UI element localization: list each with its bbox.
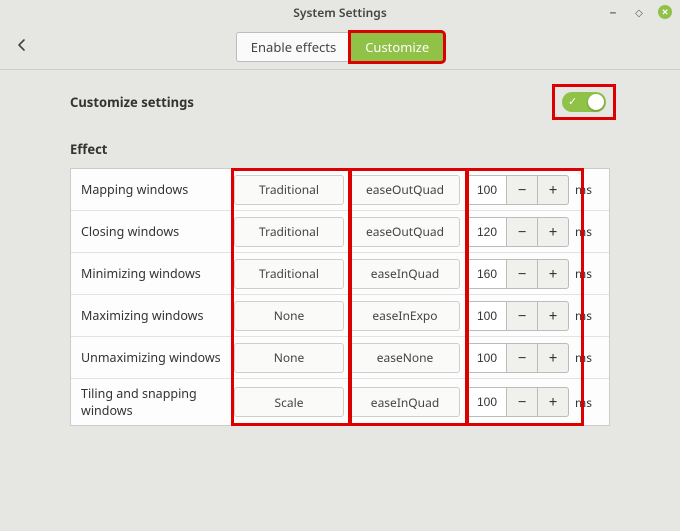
increment-button[interactable]: + — [537, 343, 569, 373]
unit-label: ms — [575, 307, 592, 324]
effect-label: Tiling and snapping windows — [71, 379, 231, 425]
decrement-button[interactable]: − — [506, 175, 538, 205]
close-icon[interactable]: × — [658, 5, 672, 19]
increment-button[interactable]: + — [537, 217, 569, 247]
easing-dropdown[interactable]: easeInQuad — [350, 259, 460, 289]
duration-stepper: − + ms — [467, 301, 592, 331]
window-controls: − ◇ × — [606, 0, 672, 24]
table-row: Tiling and snapping windows Scale easeIn… — [71, 379, 609, 425]
unit-label: ms — [575, 394, 592, 411]
duration-input[interactable] — [467, 301, 507, 331]
effect-label: Minimizing windows — [71, 259, 231, 288]
duration-input[interactable] — [467, 259, 507, 289]
effect-label: Mapping windows — [71, 175, 231, 204]
style-dropdown[interactable]: Scale — [234, 387, 344, 417]
table-row: Maximizing windows None easeInExpo − + m… — [71, 295, 609, 337]
toolbar: Enable effects Customize — [0, 24, 680, 70]
decrement-button[interactable]: − — [506, 387, 538, 417]
table-row: Unmaximizing windows None easeNone − + m… — [71, 337, 609, 379]
decrement-button[interactable]: − — [506, 259, 538, 289]
easing-dropdown[interactable]: easeInExpo — [350, 301, 460, 331]
titlebar: System Settings − ◇ × — [0, 0, 680, 24]
style-dropdown[interactable]: Traditional — [234, 175, 344, 205]
section-title: Customize settings — [70, 93, 194, 111]
window-title: System Settings — [293, 4, 386, 21]
highlight-toggle — [552, 84, 616, 120]
increment-button[interactable]: + — [537, 175, 569, 205]
decrement-button[interactable]: − — [506, 301, 538, 331]
increment-button[interactable]: + — [537, 301, 569, 331]
easing-dropdown[interactable]: easeNone — [350, 343, 460, 373]
table-row: Closing windows Traditional easeOutQuad … — [71, 211, 609, 253]
decrement-button[interactable]: − — [506, 217, 538, 247]
back-button[interactable] — [14, 36, 30, 58]
decrement-button[interactable]: − — [506, 343, 538, 373]
unit-label: ms — [575, 265, 592, 282]
style-dropdown[interactable]: None — [234, 301, 344, 331]
tab-customize-label: Customize — [365, 38, 429, 56]
effects-table: Mapping windows Traditional easeOutQuad … — [70, 168, 610, 426]
duration-input[interactable] — [467, 217, 507, 247]
increment-button[interactable]: + — [537, 259, 569, 289]
unit-label: ms — [575, 349, 592, 366]
section-header: Customize settings ✓ — [70, 88, 610, 116]
easing-dropdown[interactable]: easeInQuad — [350, 387, 460, 417]
minimize-icon[interactable]: − — [606, 5, 620, 19]
content-area: Customize settings ✓ Effect Mapping wind… — [0, 70, 680, 426]
duration-stepper: − + ms — [467, 343, 592, 373]
style-dropdown[interactable]: Traditional — [234, 259, 344, 289]
table-row: Minimizing windows Traditional easeInQua… — [71, 253, 609, 295]
tab-group: Enable effects Customize — [236, 32, 444, 62]
style-dropdown[interactable]: None — [234, 343, 344, 373]
duration-input[interactable] — [467, 175, 507, 205]
duration-input[interactable] — [467, 387, 507, 417]
effect-label: Maximizing windows — [71, 301, 231, 330]
unit-label: ms — [575, 223, 592, 240]
duration-stepper: − + ms — [467, 259, 592, 289]
duration-stepper: − + ms — [467, 175, 592, 205]
duration-input[interactable] — [467, 343, 507, 373]
duration-stepper: − + ms — [467, 217, 592, 247]
style-dropdown[interactable]: Traditional — [234, 217, 344, 247]
increment-button[interactable]: + — [537, 387, 569, 417]
effect-label: Closing windows — [71, 217, 231, 246]
effects-heading: Effect — [70, 140, 610, 158]
toggle-wrap: ✓ — [558, 88, 610, 116]
tab-enable-effects[interactable]: Enable effects — [236, 32, 350, 62]
duration-stepper: − + ms — [467, 387, 592, 417]
tab-enable-effects-label: Enable effects — [251, 38, 336, 56]
easing-dropdown[interactable]: easeOutQuad — [350, 175, 460, 205]
easing-dropdown[interactable]: easeOutQuad — [350, 217, 460, 247]
table-row: Mapping windows Traditional easeOutQuad … — [71, 169, 609, 211]
unit-label: ms — [575, 181, 592, 198]
effects-table-wrap: Mapping windows Traditional easeOutQuad … — [70, 168, 610, 426]
effect-label: Unmaximizing windows — [71, 343, 231, 372]
maximize-icon[interactable]: ◇ — [632, 5, 646, 19]
tab-customize[interactable]: Customize — [350, 32, 444, 62]
